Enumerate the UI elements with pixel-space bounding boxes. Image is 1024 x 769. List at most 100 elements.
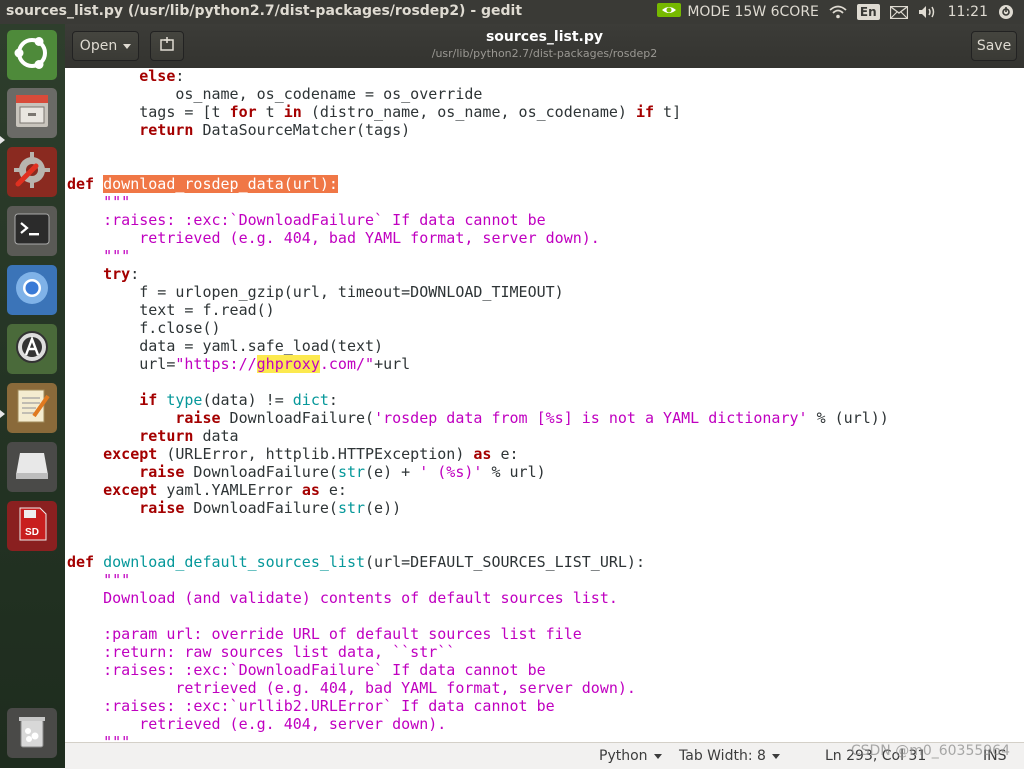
running-app-arrow (0, 410, 5, 418)
chevron-down-icon (771, 753, 780, 759)
code-token: :raises: :exc:`urllib2.URLError` If data… (103, 697, 555, 715)
keyboard-layout-indicator[interactable]: En (856, 4, 880, 20)
code-token: data = yaml.safe_load(text) (67, 337, 384, 355)
power-icon[interactable] (998, 4, 1014, 20)
code-token: (distro_name, os_name, os_codename) (301, 103, 636, 121)
code-token: except (103, 481, 158, 499)
watermark: CSDN @m0_60355964 (850, 743, 1010, 759)
code-line: retrieved (e.g. 404, bad YAML format, se… (67, 679, 889, 697)
svg-text:SD: SD (25, 527, 39, 538)
language-badge: En (856, 4, 880, 20)
trash-button[interactable] (7, 708, 57, 758)
sd-card-icon: SD (12, 504, 52, 548)
terminal-icon (12, 209, 52, 253)
code-token: : (130, 265, 140, 283)
code-line: else: (67, 68, 889, 85)
code-line: """ (67, 193, 889, 211)
tab-width-selector[interactable]: Tab Width: 8 (679, 748, 780, 764)
code-line: try: (67, 265, 889, 283)
code-token: : (175, 68, 185, 85)
code-token: return (139, 121, 194, 139)
code-token: (e)) (365, 499, 402, 517)
code-token: download_default_sources_list (103, 553, 366, 571)
removable-drive-button[interactable] (7, 442, 57, 492)
code-line: """ (67, 571, 889, 589)
code-token: e: (319, 481, 347, 499)
code-line: url="https://ghproxy.com/"+url (67, 355, 889, 373)
code-token: "https:// (175, 355, 257, 373)
code-token: DownloadFailure( (184, 499, 338, 517)
code-editor[interactable]: else: os_name, os_codename = os_override… (65, 68, 1024, 742)
files-button[interactable] (7, 88, 57, 138)
code-token: in (283, 103, 302, 121)
volume-icon[interactable] (918, 5, 938, 19)
code-token: 'rosdep data from [%s] is not a YAML dic… (374, 409, 808, 427)
code-token: +url (374, 355, 411, 373)
save-button[interactable]: Save (971, 31, 1017, 61)
code-line: raise DownloadFailure(str(e) + ' (%s)' %… (67, 463, 889, 481)
code-token: (data) != (202, 391, 293, 409)
sd-card-button[interactable]: SD (7, 501, 57, 551)
software-updater-button[interactable] (7, 324, 57, 374)
dash-button[interactable] (7, 30, 57, 80)
code-token: """ (103, 571, 131, 589)
gear-wrench-icon (12, 150, 52, 194)
code-line: raise DownloadFailure(str(e)) (67, 499, 889, 517)
wifi-icon[interactable] (829, 5, 847, 19)
code-token: DataSourceMatcher(tags) (193, 121, 411, 139)
file-cabinet-icon (12, 91, 52, 135)
status-bar: Python Tab Width: 8 Ln 293, Col 31 INS C… (65, 742, 1024, 769)
code-line: f = urlopen_gzip(url, timeout=DOWNLOAD_T… (67, 283, 889, 301)
code-token: :param url: override URL of default sour… (103, 625, 582, 643)
nvidia-indicator[interactable]: MODE 15W 6CORE (657, 3, 819, 21)
code-view[interactable]: else: os_name, os_codename = os_override… (67, 68, 889, 742)
terminal-button[interactable] (7, 206, 57, 256)
code-line: def download_rosdep_data(url): (67, 175, 889, 193)
tab-width-label: Tab Width: 8 (679, 748, 766, 764)
mail-icon[interactable] (889, 5, 908, 19)
code-line: """ (67, 733, 889, 742)
code-token: """ (103, 247, 131, 265)
code-line: return data (67, 427, 889, 445)
chromium-button[interactable] (7, 265, 57, 315)
code-token: (e) + (365, 463, 420, 481)
code-token: DownloadFailure( (220, 409, 375, 427)
code-line: retrieved (e.g. 404, bad YAML format, se… (67, 229, 889, 247)
code-token: DownloadFailure( (184, 463, 338, 481)
settings-button[interactable] (7, 147, 57, 197)
language-selector[interactable]: Python (599, 748, 662, 764)
code-token: except (103, 445, 158, 463)
code-token: (url=DEFAULT_SOURCES_LIST_URL): (365, 553, 645, 571)
clock[interactable]: 11:21 (948, 4, 988, 20)
trash-icon (12, 711, 52, 755)
code-token: as (301, 481, 320, 499)
code-token: if (635, 103, 655, 121)
code-token: raise (175, 409, 221, 427)
code-token: retrieved (e.g. 404, bad YAML format, se… (139, 229, 600, 247)
code-token: e: (491, 445, 519, 463)
header-bar: Open sources_list.py /usr/lib/python2.7/… (65, 24, 1024, 69)
code-token: url= (67, 355, 176, 373)
ubuntu-logo-icon (12, 33, 52, 77)
code-line: :param url: override URL of default sour… (67, 625, 889, 643)
gedit-button[interactable] (7, 383, 57, 433)
code-token: text = f.read() (67, 301, 275, 319)
code-token: try (103, 265, 131, 283)
